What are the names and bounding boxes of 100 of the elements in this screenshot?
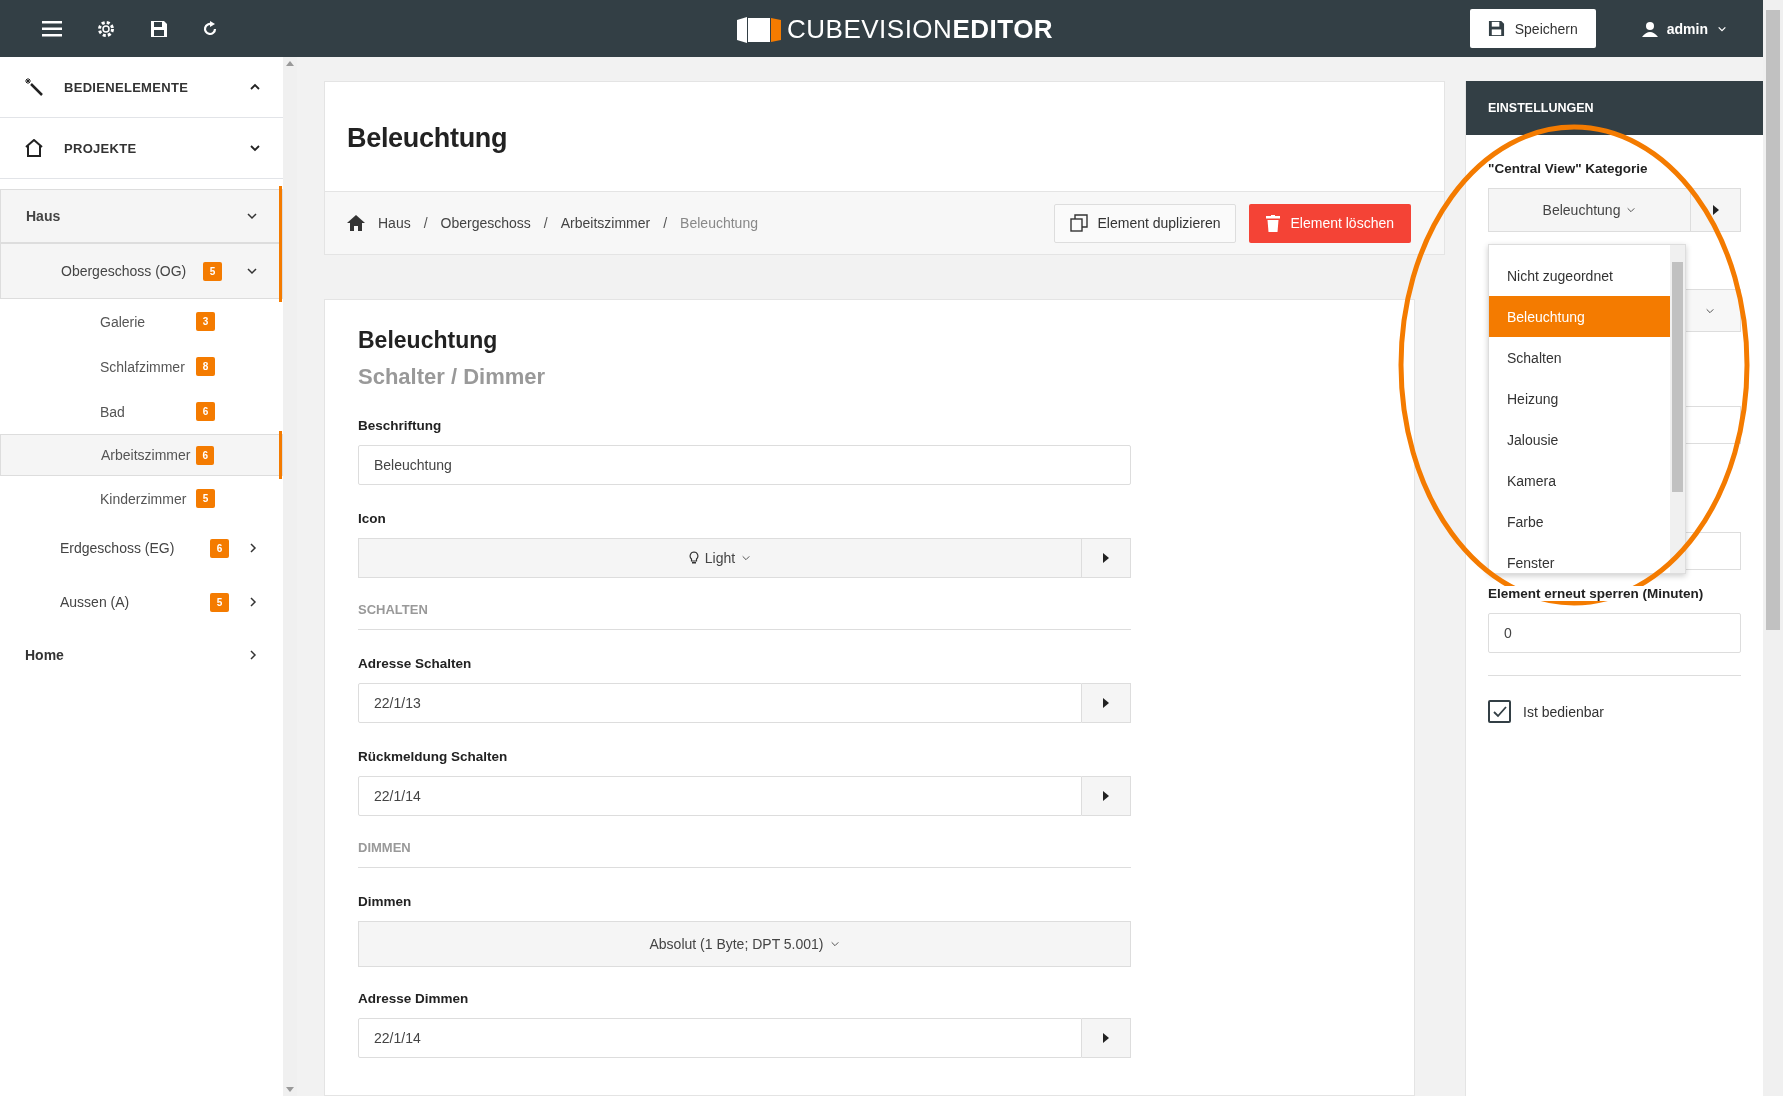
breadcrumb-link[interactable]: Haus <box>378 215 411 231</box>
magic-wand-icon <box>24 77 44 97</box>
count-badge: 6 <box>196 402 215 421</box>
breadcrumb-current: Beleuchtung <box>680 215 758 231</box>
home-icon[interactable] <box>347 215 365 231</box>
duplicate-button[interactable]: Element duplizieren <box>1053 203 1237 243</box>
tree-item[interactable]: Kinderzimmer 5 <box>0 476 283 521</box>
tree-item[interactable]: Erdgeschoss (EG) 6 <box>0 521 283 575</box>
save-icon[interactable] <box>150 19 168 38</box>
caret-icon <box>741 553 752 563</box>
count-badge: 8 <box>196 357 215 376</box>
tree-item[interactable]: Aussen (A) 5 <box>0 575 283 629</box>
checkbox[interactable] <box>1488 700 1511 723</box>
delete-button[interactable]: Element löschen <box>1249 203 1411 243</box>
arrow-button[interactable] <box>1082 1018 1131 1058</box>
field-label: "Central View" Kategorie <box>1488 161 1649 176</box>
tree-item-label: Schlafzimmer <box>100 358 186 375</box>
section-heading: SCHALTEN <box>358 590 1131 630</box>
checkmark-icon <box>1492 705 1507 718</box>
count-badge: 6 <box>196 445 214 465</box>
form-heading: Beleuchtung <box>358 327 499 354</box>
breadcrumb-separator: / <box>543 215 548 231</box>
dropdown-option[interactable]: Schalten <box>1489 337 1670 378</box>
settings-icon[interactable] <box>96 18 116 39</box>
dropdown-option[interactable]: Kamera <box>1489 460 1670 501</box>
field-label: Element erneut sperren (Minuten) <box>1488 586 1704 601</box>
copy-icon <box>1069 214 1088 232</box>
tree-item[interactable]: Haus <box>0 189 283 243</box>
arrow-button[interactable] <box>1082 538 1131 578</box>
scroll-down-icon[interactable] <box>286 1087 294 1092</box>
save-button[interactable]: Speichern <box>1469 9 1596 48</box>
dropdown-option[interactable]: Fenster <box>1489 542 1670 583</box>
tree-item[interactable]: Obergeschoss (OG) 5 <box>0 243 283 299</box>
dropdown-option[interactable]: Jalousie <box>1489 419 1670 460</box>
tree-item-label: Haus <box>26 208 62 224</box>
triangle-right-icon <box>1102 698 1110 708</box>
count-badge: 6 <box>210 538 229 558</box>
save-icon <box>1487 20 1505 37</box>
tree-item-label: Aussen (A) <box>60 594 131 610</box>
breadcrumb-separator: / <box>663 215 668 231</box>
scroll-up-icon[interactable] <box>286 61 294 66</box>
tree-item[interactable]: Arbeitszimmer 6 <box>0 434 283 476</box>
lightbulb-icon <box>688 551 699 565</box>
count-badge: 3 <box>196 312 215 331</box>
minutes-field[interactable]: 0 <box>1488 613 1741 653</box>
text-field[interactable]: Beleuchtung <box>358 445 1131 485</box>
tree-item-label: Bad <box>100 403 126 420</box>
user-icon <box>1641 20 1658 37</box>
section-label: PROJEKTE <box>64 140 138 156</box>
count-badge: 5 <box>210 592 229 612</box>
user-menu[interactable]: admin <box>1635 19 1733 38</box>
tree-item-label: Erdgeschoss (EG) <box>60 540 176 556</box>
breadcrumb-link[interactable]: Obergeschoss <box>440 215 531 231</box>
triangle-right-icon <box>1102 791 1110 801</box>
dropdown-option[interactable]: Farbe <box>1489 501 1670 542</box>
tree-item[interactable]: Home <box>0 629 283 681</box>
page-title: Beleuchtung <box>346 122 509 155</box>
tree-item-label: Obergeschoss (OG) <box>61 263 188 279</box>
app-logo-text: CUBEVISIONEDITOR <box>787 14 1054 45</box>
tree-item-label: Galerie <box>100 313 147 330</box>
scrollbar[interactable] <box>1670 245 1685 573</box>
field-label: Beschriftung <box>358 418 443 433</box>
field-label: Rückmeldung Schalten <box>358 749 509 764</box>
icon-dropdown[interactable]: Light <box>358 538 1082 578</box>
field-label: Adresse Dimmen <box>358 991 470 1006</box>
settings-header: EINSTELLUNGEN <box>1466 81 1763 135</box>
trash-icon <box>1266 214 1281 232</box>
triangle-right-icon <box>1711 205 1720 215</box>
field-label: Dimmen <box>358 894 413 909</box>
field-label: Adresse Schalten <box>358 656 473 671</box>
caret-icon <box>829 939 840 949</box>
operable-checkbox[interactable]: Ist bedienbar <box>1488 700 1741 723</box>
dropdown-option[interactable]: Nicht zugeordnet <box>1489 255 1670 296</box>
address-field[interactable]: 22/1/13 <box>358 683 1082 723</box>
dimming-dropdown[interactable]: Absolut (1 Byte; DPT 5.001) <box>358 921 1131 967</box>
tree-item-label: Kinderzimmer <box>100 490 188 507</box>
section-label: BEDIENELEMENTE <box>64 79 190 95</box>
breadcrumb-link[interactable]: Arbeitszimmer <box>560 215 651 231</box>
field-label: Icon <box>358 511 387 526</box>
tree-item[interactable]: Bad 6 <box>0 389 283 434</box>
category-dropdown[interactable]: Beleuchtung <box>1488 188 1691 232</box>
dropdown-option[interactable]: Heizung <box>1489 378 1670 419</box>
form-subheading: Schalter / Dimmer <box>358 364 547 390</box>
breadcrumb-separator: / <box>423 215 428 231</box>
tree-item-label: Arbeitszimmer <box>101 447 191 463</box>
count-badge: 5 <box>203 261 222 281</box>
arrow-button[interactable] <box>1082 776 1131 816</box>
caret-icon <box>1626 205 1637 215</box>
logo-icon <box>735 16 783 43</box>
address-field[interactable]: 22/1/14 <box>358 776 1082 816</box>
home-icon <box>24 139 44 157</box>
count-badge: 5 <box>196 489 215 508</box>
triangle-right-icon <box>1102 553 1110 563</box>
tree-item[interactable]: Schlafzimmer 8 <box>0 344 283 389</box>
address-field[interactable]: 22/1/14 <box>358 1018 1082 1058</box>
arrow-button[interactable] <box>1082 683 1131 723</box>
tree-item[interactable]: Galerie 3 <box>0 299 283 344</box>
refresh-icon[interactable] <box>202 20 218 37</box>
menu-icon[interactable] <box>42 20 62 37</box>
tree-item-label: Home <box>25 647 65 663</box>
